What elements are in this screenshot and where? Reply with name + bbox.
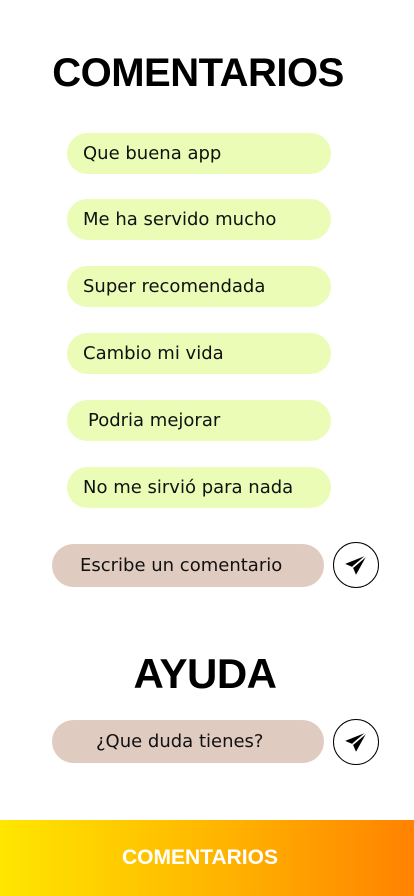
help-question-input[interactable]: ¿Que duda tienes? bbox=[52, 720, 324, 763]
comment-item: Cambio mi vida bbox=[67, 333, 331, 374]
comment-item: No me sirvió para nada bbox=[67, 467, 331, 508]
comment-input[interactable]: Escribe un comentario bbox=[52, 544, 324, 587]
page-title: COMENTARIOS bbox=[52, 51, 344, 95]
comment-item: Podria mejorar bbox=[67, 400, 331, 441]
send-icon bbox=[345, 731, 368, 752]
send-help-button[interactable] bbox=[333, 719, 379, 765]
help-title: AYUDA bbox=[133, 650, 277, 697]
comment-item: Me ha servido mucho bbox=[67, 199, 331, 240]
comment-item: Que buena app bbox=[67, 133, 331, 174]
comment-item: Super recomendada bbox=[67, 266, 331, 307]
send-comment-button[interactable] bbox=[333, 542, 379, 588]
bottom-nav-comentarios[interactable]: COMENTARIOS bbox=[0, 820, 414, 896]
send-icon bbox=[345, 554, 368, 575]
bottom-nav-label: COMENTARIOS bbox=[122, 846, 278, 869]
